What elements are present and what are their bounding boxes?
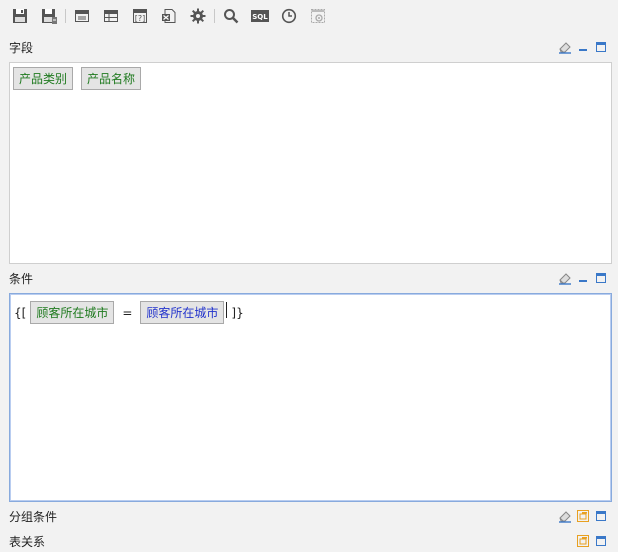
condition-right-field[interactable]: 顾客所在城市: [140, 301, 225, 324]
condition-expression: {[ 顾客所在城市 = 顾客所在城市 ]}: [14, 301, 244, 324]
relations-section-tools: [576, 534, 608, 548]
fields-section-title: 字段: [9, 40, 34, 55]
condition-operator: =: [122, 305, 133, 320]
minimize-icon[interactable]: [576, 40, 590, 54]
conditions-section-header: 条件: [9, 269, 608, 287]
fields-section-tools: [558, 40, 608, 54]
relations-section-title: 表关系: [9, 534, 46, 549]
text-cursor: [226, 301, 228, 318]
param-icon[interactable]: [?]: [130, 6, 150, 26]
clock-icon[interactable]: [279, 6, 299, 26]
gear-icon[interactable]: [188, 6, 208, 26]
condition-left-field[interactable]: 顾客所在城市: [30, 301, 115, 324]
field-chip[interactable]: 产品名称: [81, 67, 141, 90]
query-editor: [?] SQL 字段 产品类别 产品名称 条件 {[顾客所在城市 = 顾客所在…: [0, 0, 618, 552]
maximize-icon[interactable]: [594, 40, 608, 54]
eraser-icon[interactable]: [558, 509, 572, 523]
excel-export-icon[interactable]: [159, 6, 179, 26]
maximize-icon[interactable]: [594, 271, 608, 285]
eraser-icon[interactable]: [558, 271, 572, 285]
save-as-icon[interactable]: [39, 6, 59, 26]
fields-panel[interactable]: 产品类别 产品名称: [9, 62, 612, 264]
restore-icon[interactable]: [576, 534, 590, 548]
sql-icon[interactable]: SQL: [250, 6, 270, 26]
fields-chip-list: 产品类别 产品名称: [13, 67, 141, 90]
toolbar-separator: [65, 9, 66, 23]
table-layout-icon[interactable]: [101, 6, 121, 26]
group-conditions-section-header: 分组条件: [9, 507, 608, 525]
toolbar: [?] SQL: [10, 6, 337, 26]
sql-icon-label: SQL: [252, 13, 268, 21]
open-brace: {[: [14, 305, 27, 320]
layout-icon[interactable]: [72, 6, 92, 26]
toolbar-separator: [214, 9, 215, 23]
svg-text:[?]: [?]: [135, 14, 146, 23]
restore-icon[interactable]: [576, 509, 590, 523]
save-icon[interactable]: [10, 6, 30, 26]
conditions-section-title: 条件: [9, 271, 34, 286]
search-icon[interactable]: [221, 6, 241, 26]
maximize-icon[interactable]: [594, 534, 608, 548]
conditions-panel[interactable]: {[ 顾客所在城市 = 顾客所在城市 ]}: [9, 293, 612, 502]
group-conditions-section-title: 分组条件: [9, 509, 58, 524]
settings-disabled-icon[interactable]: [308, 6, 328, 26]
relations-section-header: 表关系: [9, 532, 608, 550]
fields-section-header: 字段: [9, 38, 608, 56]
group-conditions-section-tools: [558, 509, 608, 523]
conditions-section-tools: [558, 271, 608, 285]
minimize-icon[interactable]: [576, 271, 590, 285]
field-chip[interactable]: 产品类别: [13, 67, 73, 90]
maximize-icon[interactable]: [594, 509, 608, 523]
close-brace: ]}: [231, 305, 244, 320]
eraser-icon[interactable]: [558, 40, 572, 54]
